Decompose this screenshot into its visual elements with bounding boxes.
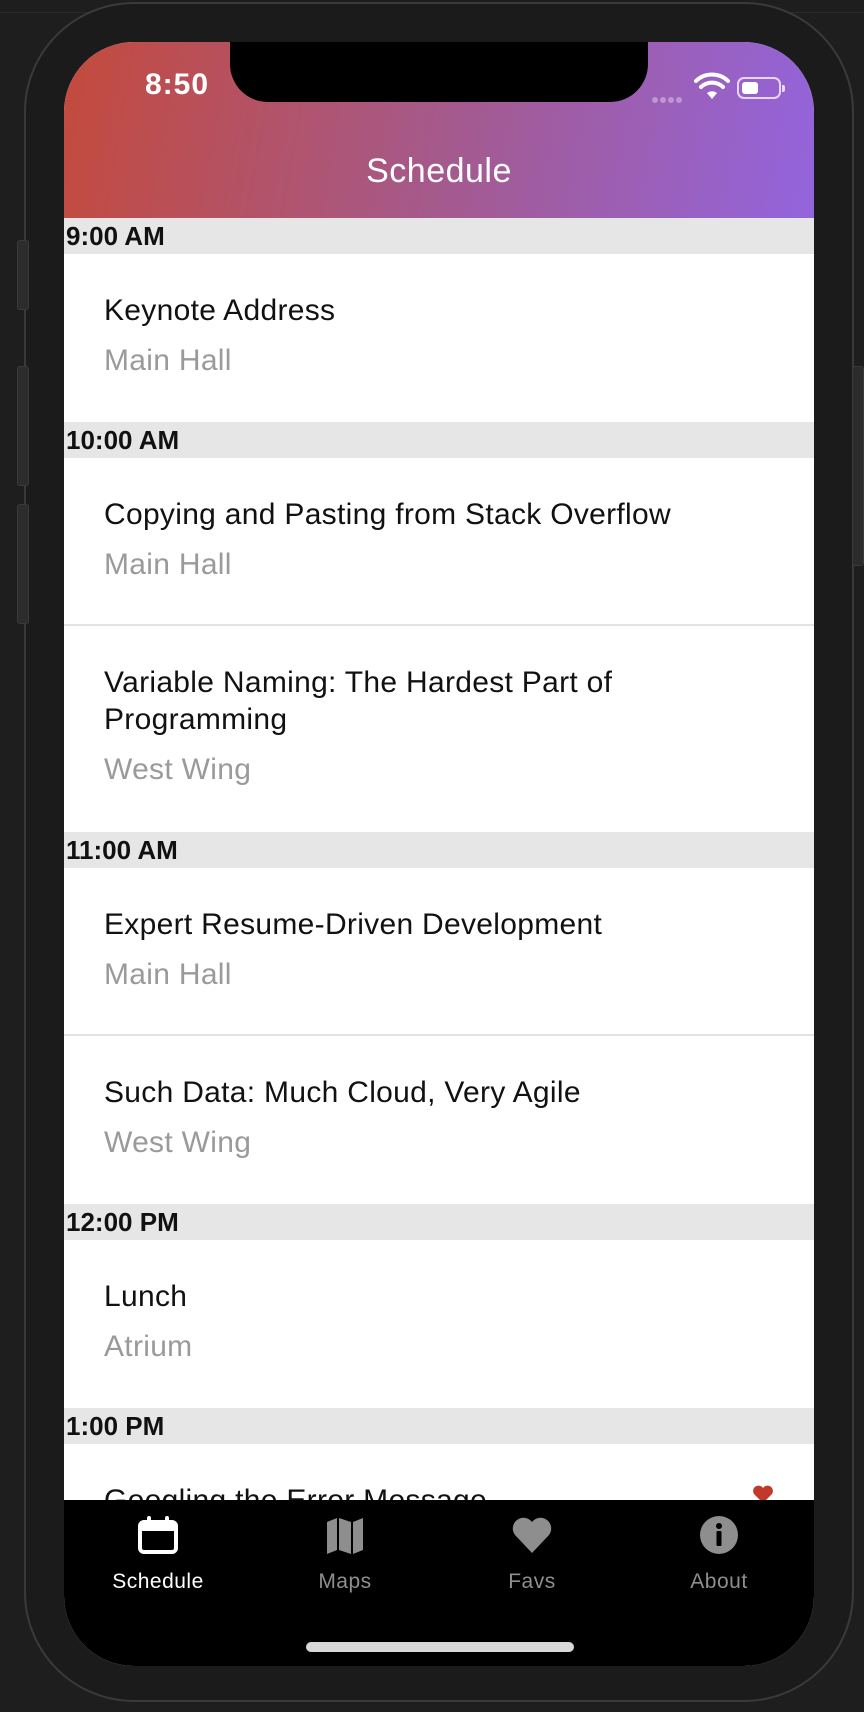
session-room: West Wing [104, 1126, 252, 1159]
session-room: Main Hall [104, 958, 232, 991]
power-button [852, 366, 864, 566]
session-row[interactable]: Such Data: Much Cloud, Very Agile West W… [64, 1036, 814, 1204]
schedule-list[interactable]: 9:00 AM Keynote Address Main Hall 10:00 … [64, 218, 814, 1500]
tab-label: About [690, 1570, 748, 1593]
time-section-header: 9:00 AM [64, 218, 814, 254]
tab-favs[interactable]: Favs [438, 1500, 626, 1610]
session-title: Expert Resume-Driven Development [104, 908, 603, 941]
tab-maps[interactable]: Maps [251, 1500, 439, 1610]
cellular-signal-icon [652, 90, 686, 103]
page-title: Schedule [366, 152, 512, 190]
heart-icon [512, 1517, 552, 1553]
home-indicator[interactable] [306, 1642, 574, 1652]
session-row[interactable]: Copying and Pasting from Stack Overflow … [64, 458, 814, 626]
app-header: 8:50 Schedule [64, 42, 814, 218]
map-icon [327, 1518, 363, 1554]
session-title: Variable Naming: The Hardest Part of Pro… [104, 666, 613, 736]
session-room: Atrium [104, 1330, 193, 1363]
battery-icon [737, 77, 785, 99]
session-row[interactable]: Lunch Atrium [64, 1240, 814, 1408]
session-room: Main Hall [104, 344, 232, 377]
tab-schedule[interactable]: Schedule [64, 1500, 252, 1610]
tab-label: Maps [318, 1570, 372, 1593]
wifi-icon [694, 72, 730, 99]
volume-up-button [17, 366, 29, 486]
time-section-header: 11:00 AM [64, 832, 814, 868]
tab-label: Favs [508, 1570, 556, 1593]
session-row[interactable]: Keynote Address Main Hall [64, 254, 814, 422]
session-title: Such Data: Much Cloud, Very Agile [104, 1076, 581, 1109]
time-section-header: 10:00 AM [64, 422, 814, 458]
time-section-header: 1:00 PM [64, 1408, 814, 1444]
session-row[interactable]: Variable Naming: The Hardest Part of Pro… [64, 626, 814, 832]
session-title: Keynote Address [104, 294, 336, 327]
session-title: Copying and Pasting from Stack Overflow [104, 498, 671, 531]
session-title: Googling the Error Message [104, 1482, 774, 1500]
tab-about[interactable]: About [625, 1500, 813, 1610]
session-title: Lunch [104, 1280, 188, 1313]
time-section-header: 12:00 PM [64, 1204, 814, 1240]
mute-switch [17, 240, 29, 310]
device-notch [230, 42, 648, 102]
info-icon [700, 1516, 738, 1554]
tab-label: Schedule [112, 1570, 204, 1593]
calendar-icon [138, 1516, 178, 1554]
favorite-heart-icon[interactable] [752, 1484, 774, 1500]
session-row[interactable]: Expert Resume-Driven Development Main Ha… [64, 868, 814, 1036]
session-row[interactable]: Googling the Error Message [64, 1444, 814, 1500]
volume-down-button [17, 504, 29, 624]
session-room: West Wing [104, 753, 252, 786]
phone-screen: 8:50 Schedule 9:00 AM Keynote Address Ma… [64, 42, 814, 1666]
status-time: 8:50 [144, 68, 210, 101]
session-room: Main Hall [104, 548, 232, 581]
